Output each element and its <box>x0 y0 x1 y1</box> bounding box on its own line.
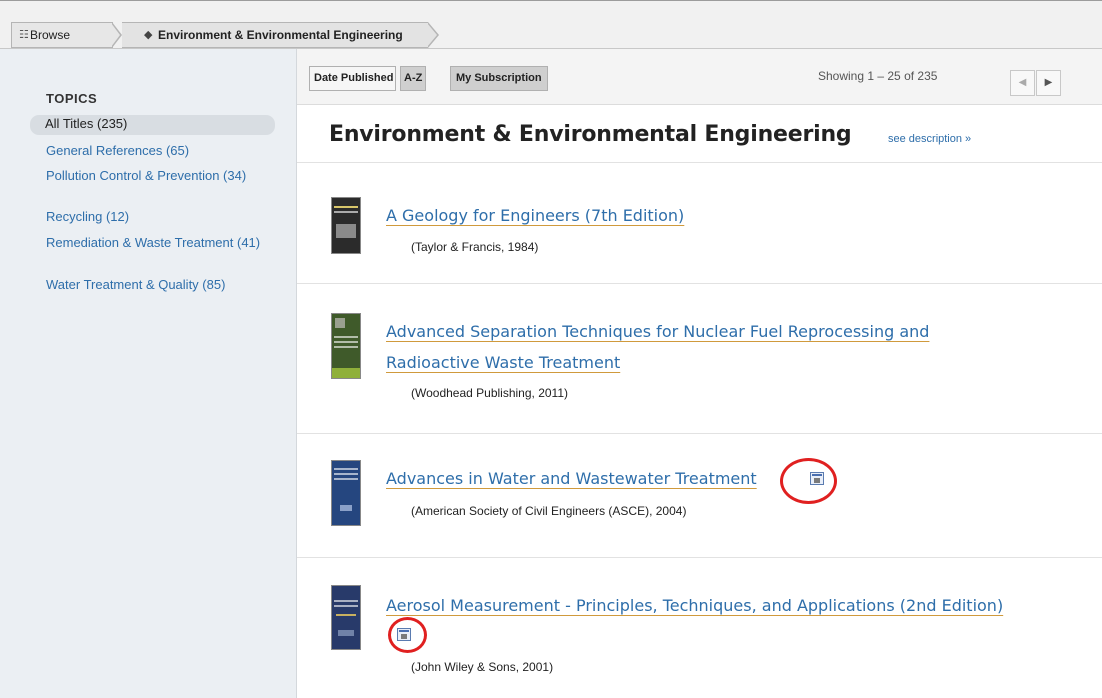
divider <box>297 162 1102 163</box>
book-title-link[interactable]: Advanced Separation Techniques for Nucle… <box>386 317 929 346</box>
breadcrumb: ☷ Browse ◆ Environment & Environmental E… <box>0 0 1102 49</box>
book-cover[interactable] <box>331 197 361 254</box>
book-cover[interactable] <box>331 585 361 650</box>
annotation-circle <box>780 458 837 504</box>
chevron-left-icon: ◀ <box>1018 77 1027 88</box>
book-title-link[interactable]: Advances in Water and Wastewater Treatme… <box>386 464 757 493</box>
chevron-right-icon: ▶ <box>1044 77 1053 88</box>
sidebar-item-all-titles[interactable]: All Titles (235) <box>30 115 275 135</box>
book-publisher: (Woodhead Publishing, 2011) <box>411 386 568 400</box>
sidebar-item-remediation[interactable]: Remediation & Waste Treatment (41) <box>46 236 266 249</box>
sidebar-item-water-treatment[interactable]: Water Treatment & Quality (85) <box>46 278 266 291</box>
breadcrumb-browse-label: Browse <box>30 28 71 42</box>
book-cover[interactable] <box>331 313 361 379</box>
divider <box>297 283 1102 284</box>
results-count: Showing 1 – 25 of 235 <box>818 69 938 83</box>
sidebar: TOPICS All Titles (235) General Referenc… <box>0 49 297 698</box>
divider <box>297 433 1102 434</box>
sidebar-item-general-references[interactable]: General References (65) <box>46 144 266 157</box>
book-publisher: (American Society of Civil Engineers (AS… <box>411 504 687 518</box>
results-toolbar: Date Published A-Z My Subscription Showi… <box>297 49 1102 105</box>
book-title-link-line2[interactable]: Radioactive Waste Treatment <box>386 348 620 377</box>
book-title-link[interactable]: A Geology for Engineers (7th Edition) <box>386 201 684 230</box>
breadcrumb-browse[interactable]: ☷ Browse <box>11 22 113 48</box>
breadcrumb-current[interactable]: ◆ Environment & Environmental Engineerin… <box>122 22 428 48</box>
next-page-button[interactable]: ▶ <box>1036 70 1061 96</box>
back-arrow-icon: ◆ <box>144 29 153 41</box>
divider <box>297 557 1102 558</box>
topics-title: TOPICS <box>46 91 98 106</box>
sort-az-button[interactable]: A-Z <box>400 66 427 91</box>
book-cover[interactable] <box>331 460 361 526</box>
annotation-circle <box>388 617 427 653</box>
book-title-link[interactable]: Aerosol Measurement - Principles, Techni… <box>386 591 1003 620</box>
page-title: Environment & Environmental Engineering <box>329 122 852 147</box>
my-subscription-button[interactable]: My Subscription <box>450 66 548 91</box>
sidebar-item-pollution-control[interactable]: Pollution Control & Prevention (34) <box>46 169 266 182</box>
see-description-link[interactable]: see description » <box>888 133 971 145</box>
book-publisher: (Taylor & Francis, 1984) <box>411 240 539 254</box>
breadcrumb-current-label: Environment & Environmental Engineering <box>158 28 403 42</box>
sort-date-published-button[interactable]: Date Published <box>309 66 397 91</box>
breadcrumb-end-fill <box>427 23 437 47</box>
list-icon: ☷ <box>19 29 29 41</box>
prev-page-button[interactable]: ◀ <box>1010 70 1035 96</box>
sidebar-item-recycling[interactable]: Recycling (12) <box>46 210 266 223</box>
breadcrumb-separator-fill <box>111 23 120 47</box>
sort-date-label: Date Published <box>314 72 394 84</box>
book-publisher: (John Wiley & Sons, 2001) <box>411 660 554 674</box>
